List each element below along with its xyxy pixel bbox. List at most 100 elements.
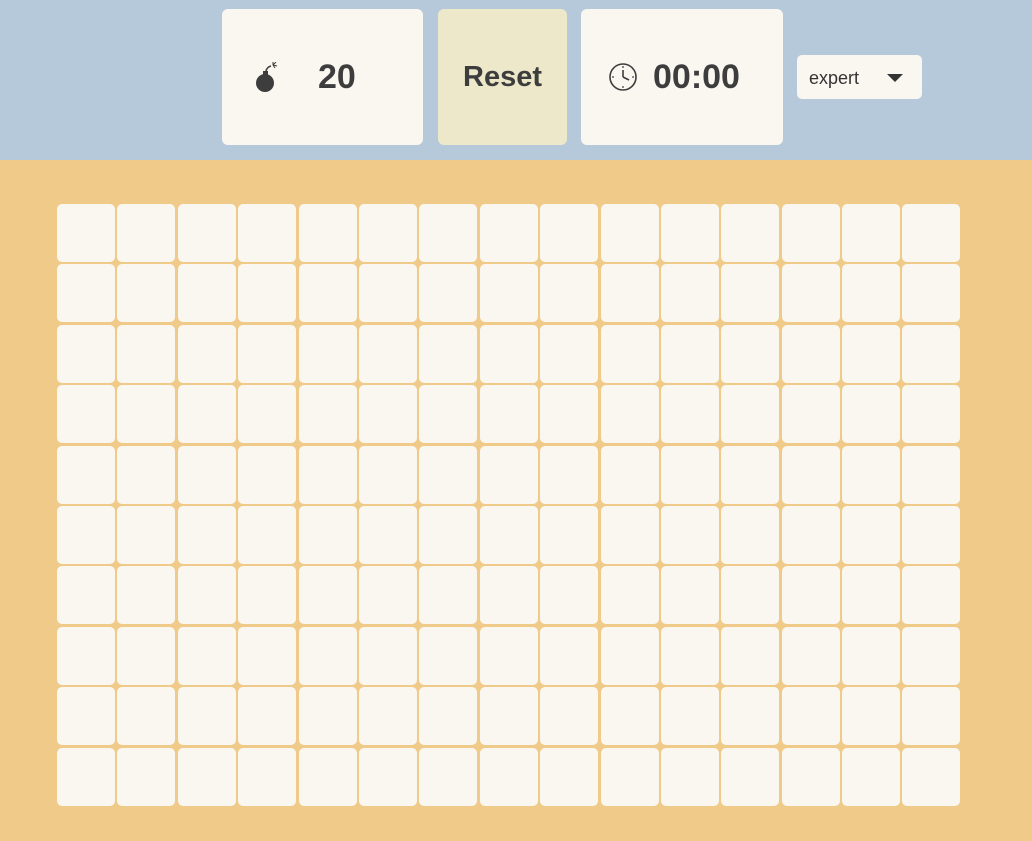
minefield-cell[interactable] bbox=[902, 747, 961, 806]
minefield-cell[interactable] bbox=[177, 687, 236, 746]
minefield-cell[interactable] bbox=[419, 204, 478, 262]
minefield-cell[interactable] bbox=[57, 626, 115, 685]
minefield-cell[interactable] bbox=[298, 264, 357, 323]
minefield-cell[interactable] bbox=[721, 626, 780, 685]
minefield-cell[interactable] bbox=[660, 566, 719, 625]
minefield-cell[interactable] bbox=[902, 505, 961, 564]
minefield-cell[interactable] bbox=[781, 324, 840, 383]
minefield-cell[interactable] bbox=[842, 747, 901, 806]
minefield-cell[interactable] bbox=[177, 626, 236, 685]
minefield-cell[interactable] bbox=[842, 264, 901, 323]
minefield-cell[interactable] bbox=[721, 566, 780, 625]
minefield-cell[interactable] bbox=[177, 445, 236, 504]
minefield-cell[interactable] bbox=[721, 385, 780, 444]
minefield-cell[interactable] bbox=[177, 747, 236, 806]
difficulty-select[interactable]: expert bbox=[797, 55, 922, 99]
minefield-cell[interactable] bbox=[721, 687, 780, 746]
minefield-cell[interactable] bbox=[781, 264, 840, 323]
minefield-cell[interactable] bbox=[117, 264, 176, 323]
minefield-cell[interactable] bbox=[479, 204, 538, 262]
minefield-cell[interactable] bbox=[298, 385, 357, 444]
minefield-cell[interactable] bbox=[298, 204, 357, 262]
minefield-cell[interactable] bbox=[238, 747, 297, 806]
minefield-cell[interactable] bbox=[902, 264, 961, 323]
minefield-cell[interactable] bbox=[298, 687, 357, 746]
minefield-cell[interactable] bbox=[177, 385, 236, 444]
minefield-cell[interactable] bbox=[781, 626, 840, 685]
minefield-cell[interactable] bbox=[238, 264, 297, 323]
minefield-cell[interactable] bbox=[117, 687, 176, 746]
minefield-cell[interactable] bbox=[479, 747, 538, 806]
minefield-cell[interactable] bbox=[600, 385, 659, 444]
minefield-cell[interactable] bbox=[540, 626, 599, 685]
minefield-cell[interactable] bbox=[660, 445, 719, 504]
minefield-cell[interactable] bbox=[177, 505, 236, 564]
minefield-cell[interactable] bbox=[57, 204, 115, 262]
minefield-cell[interactable] bbox=[842, 385, 901, 444]
minefield-cell[interactable] bbox=[57, 505, 115, 564]
minefield-cell[interactable] bbox=[902, 687, 961, 746]
minefield-cell[interactable] bbox=[358, 505, 417, 564]
minefield-cell[interactable] bbox=[660, 747, 719, 806]
minefield-cell[interactable] bbox=[781, 687, 840, 746]
minefield-cell[interactable] bbox=[57, 385, 115, 444]
minefield-cell[interactable] bbox=[721, 505, 780, 564]
minefield-cell[interactable] bbox=[902, 204, 961, 262]
minefield-cell[interactable] bbox=[479, 687, 538, 746]
minefield-cell[interactable] bbox=[660, 626, 719, 685]
minefield-cell[interactable] bbox=[540, 264, 599, 323]
minefield-cell[interactable] bbox=[177, 204, 236, 262]
minefield-cell[interactable] bbox=[117, 445, 176, 504]
minefield-cell[interactable] bbox=[842, 204, 901, 262]
minefield-cell[interactable] bbox=[238, 324, 297, 383]
minefield-cell[interactable] bbox=[600, 324, 659, 383]
minefield-cell[interactable] bbox=[479, 324, 538, 383]
minefield-cell[interactable] bbox=[358, 566, 417, 625]
minefield-cell[interactable] bbox=[238, 385, 297, 444]
minefield-cell[interactable] bbox=[419, 687, 478, 746]
minefield-cell[interactable] bbox=[660, 324, 719, 383]
minefield-cell[interactable] bbox=[902, 445, 961, 504]
minefield-cell[interactable] bbox=[419, 566, 478, 625]
minefield-cell[interactable] bbox=[721, 264, 780, 323]
minefield-cell[interactable] bbox=[660, 505, 719, 564]
minefield-cell[interactable] bbox=[842, 687, 901, 746]
minefield-cell[interactable] bbox=[117, 747, 176, 806]
minefield-cell[interactable] bbox=[177, 324, 236, 383]
minefield-cell[interactable] bbox=[842, 626, 901, 685]
minefield-cell[interactable] bbox=[298, 445, 357, 504]
minefield-cell[interactable] bbox=[479, 566, 538, 625]
minefield-cell[interactable] bbox=[540, 687, 599, 746]
minefield-cell[interactable] bbox=[117, 324, 176, 383]
minefield-cell[interactable] bbox=[902, 324, 961, 383]
minefield-cell[interactable] bbox=[358, 324, 417, 383]
minefield-cell[interactable] bbox=[358, 747, 417, 806]
minefield-cell[interactable] bbox=[57, 324, 115, 383]
minefield-cell[interactable] bbox=[479, 385, 538, 444]
minefield-cell[interactable] bbox=[781, 505, 840, 564]
minefield-cell[interactable] bbox=[781, 445, 840, 504]
minefield-cell[interactable] bbox=[842, 445, 901, 504]
minefield-cell[interactable] bbox=[358, 626, 417, 685]
minefield-cell[interactable] bbox=[902, 385, 961, 444]
minefield-cell[interactable] bbox=[781, 566, 840, 625]
minefield-cell[interactable] bbox=[721, 204, 780, 262]
minefield-cell[interactable] bbox=[600, 687, 659, 746]
minefield-cell[interactable] bbox=[419, 505, 478, 564]
minefield-cell[interactable] bbox=[600, 505, 659, 564]
minefield-cell[interactable] bbox=[540, 445, 599, 504]
minefield-cell[interactable] bbox=[419, 445, 478, 504]
minefield-cell[interactable] bbox=[600, 626, 659, 685]
minefield-cell[interactable] bbox=[660, 385, 719, 444]
minefield-cell[interactable] bbox=[842, 505, 901, 564]
minefield-cell[interactable] bbox=[117, 566, 176, 625]
minefield-cell[interactable] bbox=[479, 626, 538, 685]
minefield-cell[interactable] bbox=[117, 204, 176, 262]
minefield-cell[interactable] bbox=[540, 505, 599, 564]
minefield-cell[interactable] bbox=[57, 566, 115, 625]
minefield-cell[interactable] bbox=[540, 324, 599, 383]
minefield-cell[interactable] bbox=[842, 324, 901, 383]
minefield-cell[interactable] bbox=[479, 264, 538, 323]
minefield-cell[interactable] bbox=[600, 445, 659, 504]
minefield-cell[interactable] bbox=[721, 324, 780, 383]
